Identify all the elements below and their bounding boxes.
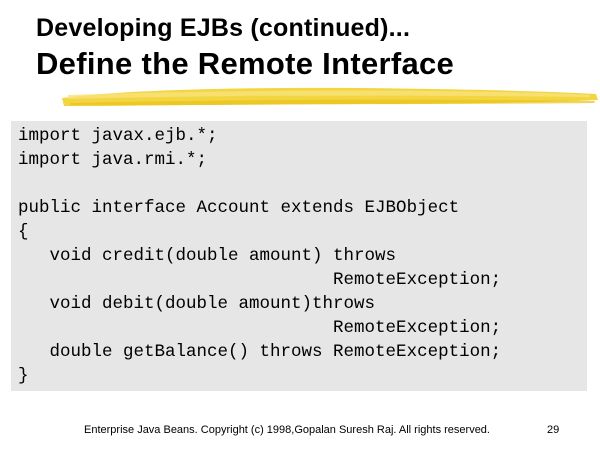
code-line: void credit(double amount) throws	[18, 246, 397, 266]
code-line: void debit(double amount)throws	[18, 294, 376, 314]
slide-title: Developing EJBs (continued)...	[36, 14, 411, 42]
slide-subtitle: Define the Remote Interface	[36, 46, 455, 81]
copyright-footer: Enterprise Java Beans. Copyright (c) 199…	[84, 424, 490, 436]
page-number: 29	[547, 424, 560, 436]
code-line: {	[18, 222, 29, 242]
code-block: import javax.ejb.*; import java.rmi.*; p…	[18, 124, 501, 388]
code-line: }	[18, 366, 29, 386]
code-line: public interface Account extends EJBObje…	[18, 198, 460, 218]
code-line: RemoteException;	[18, 270, 502, 290]
code-line: import java.rmi.*;	[18, 150, 208, 170]
code-line: double getBalance() throws RemoteExcepti…	[18, 342, 502, 362]
code-line: import javax.ejb.*;	[18, 126, 218, 146]
highlighter-stroke	[62, 87, 598, 106]
code-line: RemoteException;	[18, 318, 502, 338]
